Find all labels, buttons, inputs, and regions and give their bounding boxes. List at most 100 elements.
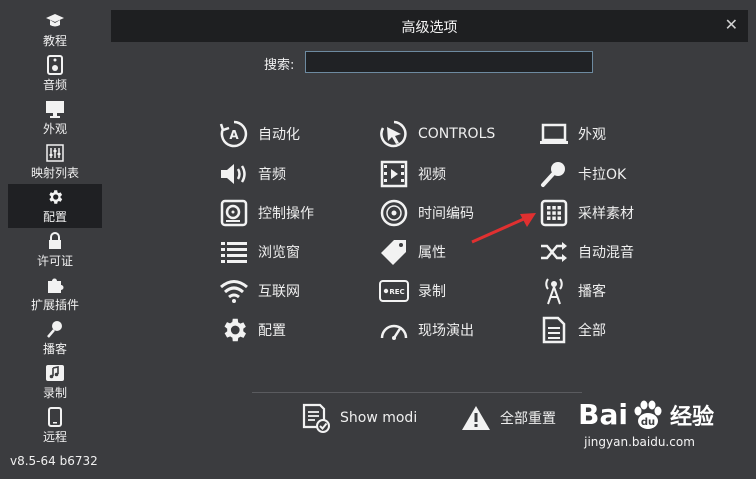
sidebar-item-remote[interactable]: 远程	[8, 404, 102, 448]
phone-icon	[44, 406, 66, 428]
tag-icon	[378, 236, 410, 268]
option-label: 播客	[578, 284, 606, 300]
sliders-icon	[44, 142, 66, 164]
option-label: 全部	[578, 323, 606, 339]
wifi-icon	[218, 275, 250, 307]
sidebar-item-label: 播客	[42, 342, 67, 356]
lock-icon	[44, 230, 66, 252]
close-button[interactable]: ✕	[725, 15, 738, 34]
shuffle-icon	[538, 236, 570, 268]
checklist-icon	[300, 402, 332, 434]
option-label: 时间编码	[418, 206, 474, 222]
reset-all-label: 全部重置	[500, 411, 556, 427]
option-label: 外观	[578, 127, 606, 143]
sidebar-item-label: 扩展插件	[30, 298, 79, 312]
volume-icon	[218, 158, 250, 190]
svg-text:REC: REC	[389, 288, 404, 296]
option-controls-operation[interactable]: 控制操作	[218, 196, 314, 230]
sidebar-item-label: 外观	[42, 122, 67, 136]
antenna-icon	[538, 275, 570, 307]
sidebar-item-label: 录制	[42, 386, 67, 400]
annotation-arrow	[471, 213, 536, 244]
paw-icon: du	[628, 400, 668, 430]
option-config[interactable]: 配置	[218, 313, 286, 347]
sidebar-item-label: 教程	[42, 34, 67, 48]
option-audio[interactable]: 音频	[218, 157, 286, 191]
sidebar: 教程 音频 外观 映射列表 配置 许可证 扩展插件 播客 录制 远程 v8.5-…	[0, 0, 108, 479]
option-label: 自动化	[258, 127, 300, 143]
option-automation[interactable]: A 自动化	[218, 117, 300, 151]
rec-icon: REC	[378, 275, 410, 307]
sidebar-item-label: 配置	[42, 210, 67, 224]
option-internet[interactable]: 互联网	[218, 274, 300, 308]
cursor-icon	[378, 118, 410, 150]
option-label: 控制操作	[258, 206, 314, 222]
monitor-icon	[44, 98, 66, 120]
graduation-cap-icon	[44, 10, 66, 32]
option-video[interactable]: 视频	[378, 157, 446, 191]
puzzle-icon	[44, 274, 66, 296]
reset-all-button[interactable]: 全部重置	[460, 400, 556, 436]
option-controls[interactable]: CONTROLS	[378, 117, 495, 151]
option-samples[interactable]: 采样素材	[538, 196, 634, 230]
sidebar-item-record[interactable]: 录制	[8, 360, 102, 404]
sidebar-item-podcast[interactable]: 播客	[8, 316, 102, 360]
gear-icon	[218, 314, 250, 346]
svg-text:A: A	[229, 128, 239, 142]
option-label: 采样素材	[578, 206, 634, 222]
warning-icon	[460, 402, 492, 434]
dialog-titlebar: 高级选项 ✕	[111, 10, 748, 42]
search-input[interactable]	[305, 51, 593, 73]
sidebar-item-label: 音频	[42, 78, 67, 92]
watermark-jingyan: 经验	[669, 404, 714, 430]
option-label: 录制	[418, 284, 446, 300]
sidebar-item-tutorial[interactable]: 教程	[8, 8, 102, 52]
option-automix[interactable]: 自动混音	[538, 235, 634, 269]
sidebar-item-label: 映射列表	[30, 166, 79, 180]
option-appearance[interactable]: 外观	[538, 117, 606, 151]
film-icon	[378, 158, 410, 190]
watermark-url: jingyan.baidu.com	[584, 435, 695, 449]
microphone-icon	[538, 158, 570, 190]
option-all[interactable]: 全部	[538, 313, 606, 347]
option-record[interactable]: REC 录制	[378, 274, 446, 308]
option-label: 属性	[418, 245, 446, 261]
sidebar-item-mapping[interactable]: 映射列表	[8, 140, 102, 184]
divider	[252, 392, 582, 393]
sidebar-item-config[interactable]: 配置	[8, 184, 102, 228]
option-label: 现场演出	[418, 323, 474, 339]
option-properties[interactable]: 属性	[378, 235, 446, 269]
option-label: 卡拉OK	[578, 167, 627, 183]
option-label: 视频	[418, 167, 446, 183]
option-label: 音频	[258, 167, 286, 183]
option-podcast[interactable]: 播客	[538, 274, 606, 308]
option-label: CONTROLS	[418, 126, 496, 142]
laptop-icon	[538, 118, 570, 150]
gauge-icon	[378, 314, 410, 346]
option-timecode[interactable]: 时间编码	[378, 196, 474, 230]
show-modified-button[interactable]: Show modi	[300, 400, 417, 436]
search-label: 搜索:	[264, 58, 295, 73]
option-label: 互联网	[258, 284, 300, 300]
option-browser[interactable]: 浏览窗	[218, 235, 300, 269]
turntable-icon	[218, 197, 250, 229]
svg-text:du: du	[641, 417, 655, 428]
version-label: v8.5-64 b6732	[10, 454, 98, 468]
auto-icon: A	[218, 118, 250, 150]
sidebar-item-audio[interactable]: 音频	[8, 52, 102, 96]
microphone-icon	[44, 318, 66, 340]
option-karaoke[interactable]: 卡拉OK	[538, 157, 626, 191]
sidebar-item-label: 远程	[42, 430, 67, 444]
sidebar-item-plugins[interactable]: 扩展插件	[8, 272, 102, 316]
music-note-icon	[44, 362, 66, 384]
option-label: 配置	[258, 323, 286, 339]
speaker-icon	[44, 54, 66, 76]
list-icon	[218, 236, 250, 268]
sidebar-item-license[interactable]: 许可证	[8, 228, 102, 272]
grid-icon	[538, 197, 570, 229]
option-live-performance[interactable]: 现场演出	[378, 313, 474, 347]
sidebar-item-appearance[interactable]: 外观	[8, 96, 102, 140]
sidebar-item-label: 许可证	[36, 254, 73, 268]
dialog-title: 高级选项	[401, 20, 458, 36]
watermark-bai: Bai	[578, 398, 628, 431]
